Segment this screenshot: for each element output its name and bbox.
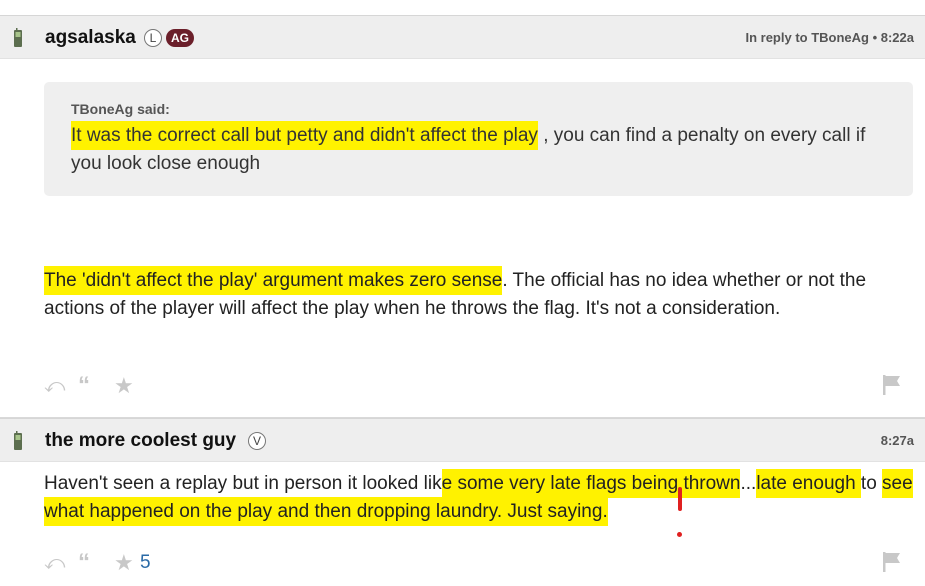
post-timestamp[interactable]: 8:27a xyxy=(881,433,914,448)
username[interactable]: agsalaska xyxy=(45,27,136,49)
star-icon[interactable]: ★ xyxy=(114,374,134,398)
star-count[interactable]: 5 xyxy=(140,552,151,574)
flag-icon[interactable] xyxy=(882,374,902,396)
mobile-phone-icon xyxy=(14,28,22,47)
group-badge: AG xyxy=(166,29,194,47)
post-body-part: ... xyxy=(740,473,757,494)
highlighted-text: It was the correct call but petty and di… xyxy=(71,125,538,146)
highlighted-text: The 'didn't affect the play' argument ma… xyxy=(44,270,503,291)
star-icon[interactable]: ★ xyxy=(114,551,134,575)
post-body-part: to xyxy=(860,473,883,494)
exclamation-dot xyxy=(677,532,682,537)
quote-block: TBoneAg said: It was the correct call bu… xyxy=(44,82,913,196)
post-body: Haven't seen a replay but in person it l… xyxy=(44,470,914,526)
quote-icon[interactable]: “ xyxy=(78,374,90,398)
quote-author[interactable]: TBoneAg said: xyxy=(71,101,170,117)
flag-icon[interactable] xyxy=(882,551,902,573)
mobile-phone-icon xyxy=(14,431,22,450)
post-body-part: Haven't seen a replay but in person it l… xyxy=(44,473,442,494)
reply-icon[interactable]: ⤺ xyxy=(44,551,65,575)
post-body: The 'didn't affect the play' argument ma… xyxy=(44,267,914,323)
post-actions: ⤺ “ ★ xyxy=(44,374,914,398)
highlighted-text: e some very late flags being thrown xyxy=(441,473,741,494)
post-header: agsalaska L AG In reply to TBoneAg • 8:2… xyxy=(0,15,925,59)
level-badge: V xyxy=(248,432,266,450)
level-badge: L xyxy=(144,29,162,47)
reply-icon[interactable]: ⤺ xyxy=(44,374,65,398)
highlighted-text: late enough xyxy=(756,473,861,494)
exclamation-annotation-icon xyxy=(678,487,682,511)
quote-text: It was the correct call but petty and di… xyxy=(71,122,901,178)
reply-meta[interactable]: In reply to TBoneAg • 8:22a xyxy=(745,30,914,45)
username[interactable]: the more coolest guy xyxy=(45,430,236,452)
post-header: the more coolest guy V 8:27a xyxy=(0,418,925,462)
quote-icon[interactable]: “ xyxy=(78,551,90,575)
post-actions: ⤺ “ ★ 5 xyxy=(44,551,914,575)
